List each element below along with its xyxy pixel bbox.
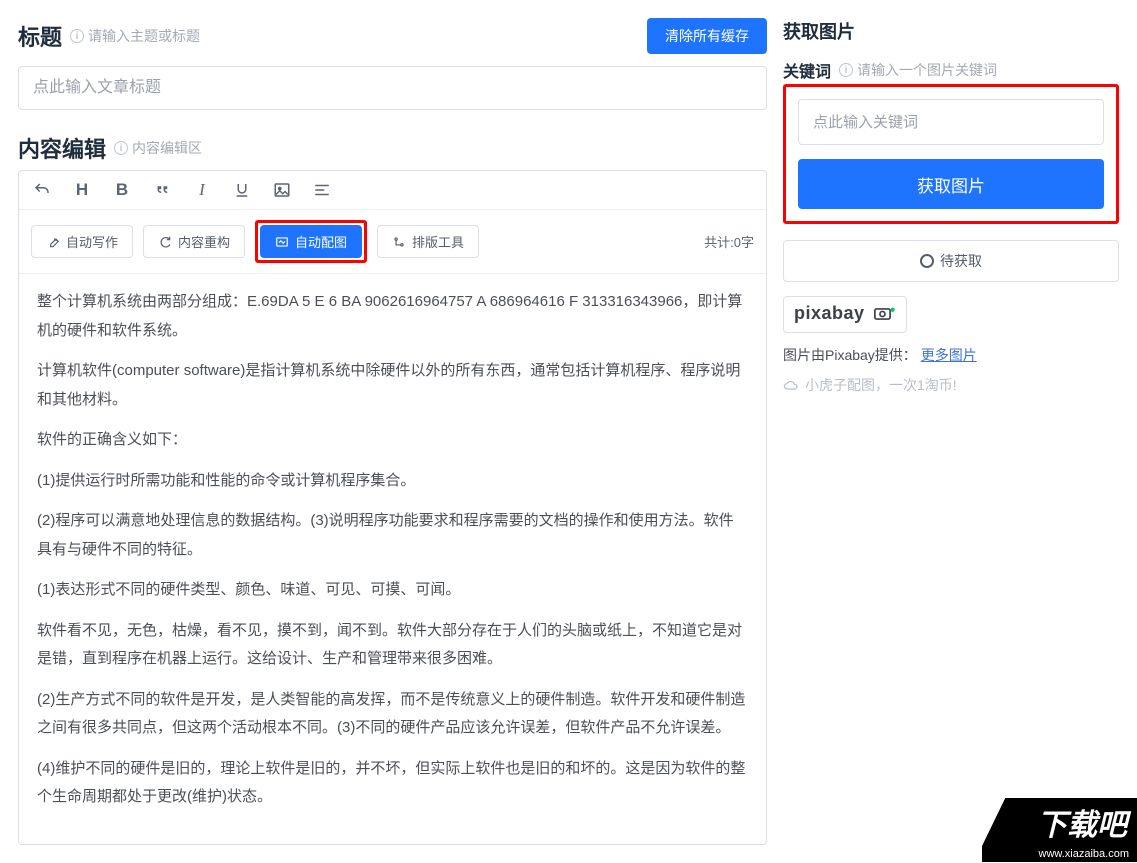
clear-cache-button[interactable]: 清除所有缓存 [647,18,767,54]
bold-icon[interactable]: B [111,179,133,201]
content-hint-text: 内容编辑区 [132,138,202,158]
content-label: 内容编辑 [18,132,106,164]
content-section-header: 内容编辑 i 内容编辑区 [18,132,767,164]
auto-image-label: 自动配图 [295,232,347,251]
auto-image-button[interactable]: 自动配图 [260,225,362,258]
image-credit: 图片由Pixabay提供： 更多图片 [783,345,1119,365]
keyword-input[interactable] [798,99,1104,145]
keyword-header: 关键词 i 请输入一个图片关键词 [783,58,1119,82]
editor-paragraph: 整个计算机系统由两部分组成：E.69DA 5 E 6 BA 9062616964… [37,288,748,345]
editor-paragraph: 软件的正确含义如下： [37,426,748,455]
content-hint: i 内容编辑区 [114,138,202,158]
pending-label: 待获取 [940,251,982,271]
tip-line: 小虎子配图，一次1淘币! [783,375,1119,395]
info-icon: i [839,63,853,77]
pixabay-badge: pixabay [783,296,907,333]
title-hint: i 请输入主题或标题 [70,26,200,46]
editor-paragraph: 计算机软件(computer software)是指计算机系统中除硬件以外的所有… [37,357,748,414]
fetch-image-title: 获取图片 [783,18,855,44]
align-left-icon[interactable] [311,179,333,201]
title-label: 标题 [18,20,62,52]
content-rebuild-label: 内容重构 [178,232,230,251]
circle-icon [920,254,934,268]
auto-write-label: 自动写作 [66,232,118,251]
left-column: 标题 i 请输入主题或标题 清除所有缓存 内容编辑 i 内容编辑区 H B [18,18,767,845]
keyword-label: 关键词 [783,58,831,82]
camera-icon [874,305,896,326]
underline-icon[interactable] [231,179,253,201]
info-icon: i [114,141,128,155]
pending-status: 待获取 [783,240,1119,282]
fetch-image-button[interactable]: 获取图片 [798,159,1104,209]
editor-paragraph: (1)提供运行时所需功能和性能的命令或计算机程序集合。 [37,467,748,496]
action-toolbar: 自动写作 内容重构 自动配图 排版工具 共计:0字 [19,210,766,274]
editor-content[interactable]: 整个计算机系统由两部分组成：E.69DA 5 E 6 BA 9062616964… [19,274,766,844]
fetch-image-highlight-box: 获取图片 [783,84,1119,224]
title-hint-text: 请输入主题或标题 [88,26,200,46]
layout-tools-button[interactable]: 排版工具 [377,225,479,258]
editor-container: H B I 自动写作 [18,170,767,845]
editor-paragraph: (2)程序可以满意地处理信息的数据结构。(3)说明程序功能要求和程序需要的文档的… [37,507,748,564]
pixabay-label: pixabay [794,303,865,323]
quote-icon[interactable] [151,179,173,201]
info-icon: i [70,29,84,43]
fetch-image-header: 获取图片 [783,18,1119,44]
title-section-header: 标题 i 请输入主题或标题 清除所有缓存 [18,18,767,54]
article-title-input[interactable] [18,66,767,110]
editor-paragraph: 软件看不见，无色，枯燥，看不见，摸不到，闻不到。软件大部分存在于人们的头脑或纸上… [37,617,748,674]
cloud-icon [783,379,799,391]
layout-tools-label: 排版工具 [412,232,464,251]
keyword-hint: i 请输入一个图片关键词 [839,60,997,80]
undo-icon[interactable] [31,179,53,201]
format-toolbar: H B I [19,171,766,210]
editor-paragraph: (2)生产方式不同的软件是开发，是人类智能的高发挥，而不是传统意义上的硬件制造。… [37,686,748,743]
watermark: 下载吧 www.xiazaiba.com [982,798,1137,860]
char-count: 共计:0字 [704,232,754,251]
content-rebuild-button[interactable]: 内容重构 [143,225,245,258]
image-icon[interactable] [271,179,293,201]
more-images-link[interactable]: 更多图片 [921,347,977,363]
heading-icon[interactable]: H [71,179,93,201]
watermark-main: 下载吧 [982,798,1137,846]
editor-paragraph: (4)维护不同的硬件是旧的，理论上软件是旧的，并不坏，但实际上软件也是旧的和坏的… [37,755,748,812]
credit-prefix: 图片由Pixabay提供： [783,347,917,363]
auto-write-button[interactable]: 自动写作 [31,225,133,258]
right-column: 获取图片 关键词 i 请输入一个图片关键词 获取图片 待获取 pixabay 图… [783,18,1119,845]
italic-icon[interactable]: I [191,179,213,201]
auto-image-highlight: 自动配图 [255,220,367,263]
editor-paragraph: (1)表达形式不同的硬件类型、颜色、味道、可见、可摸、可闻。 [37,576,748,605]
tip-text: 小虎子配图，一次1淘币! [805,375,957,395]
keyword-hint-text: 请输入一个图片关键词 [857,60,997,80]
